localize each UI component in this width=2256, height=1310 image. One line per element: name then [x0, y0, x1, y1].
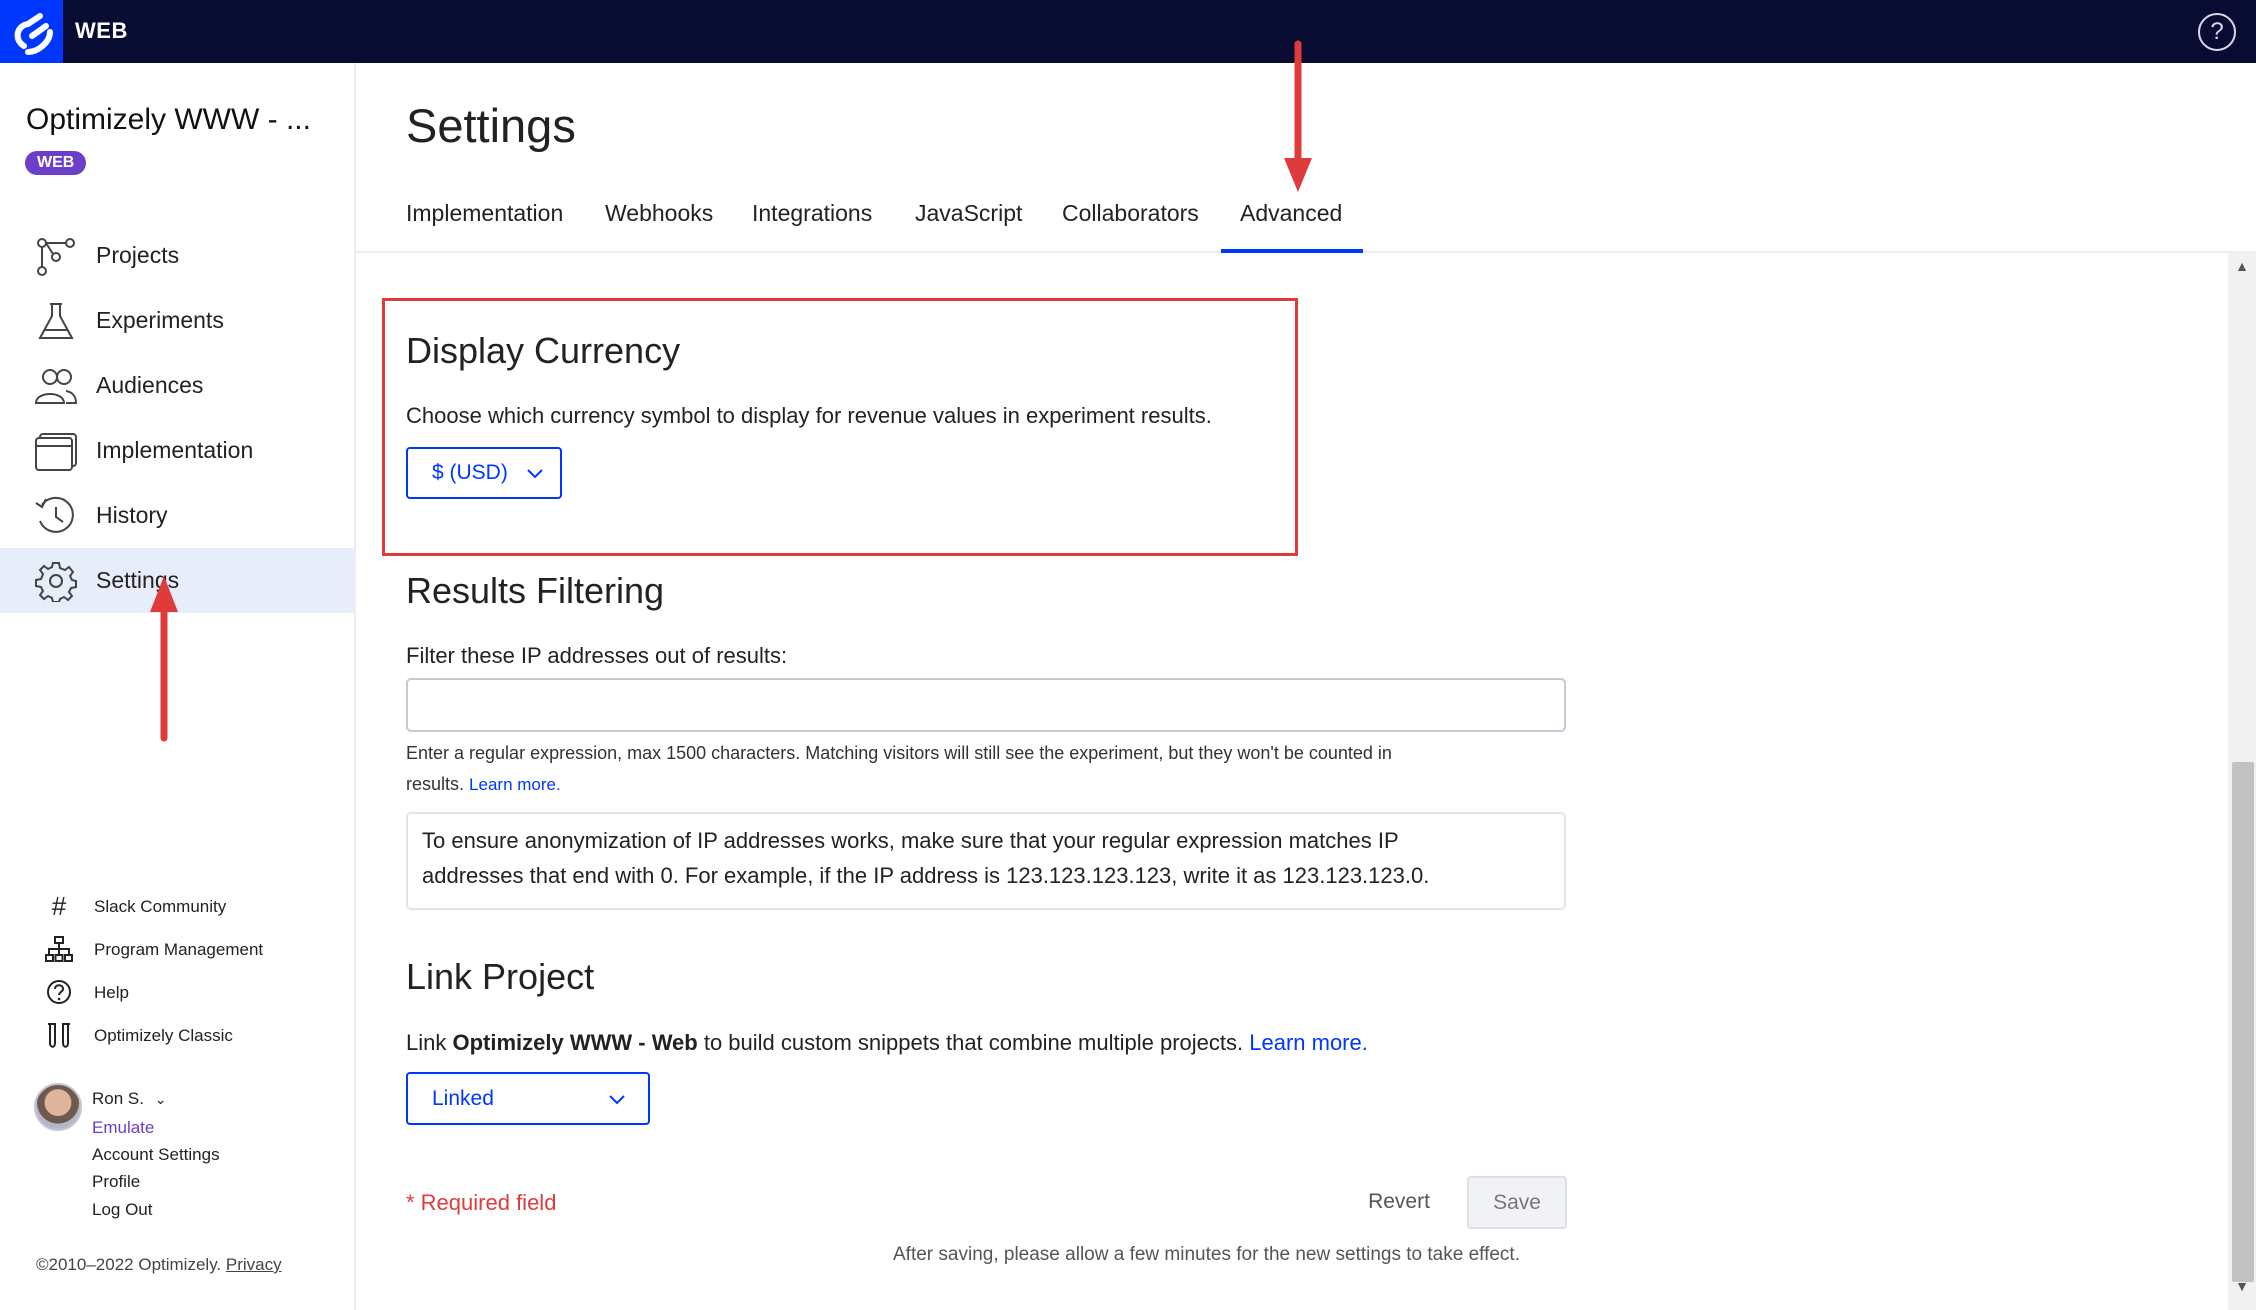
link-project-select[interactable]: Linked: [406, 1072, 650, 1125]
sidebar-link-label: Program Management: [94, 940, 264, 959]
privacy-link[interactable]: Privacy: [226, 1255, 282, 1274]
sidebar-link-program-management[interactable]: Program Management: [0, 930, 354, 968]
sidebar-item-label: History: [96, 502, 168, 528]
sidebar-link-label: Optimizely Classic: [94, 1026, 233, 1045]
top-bar: WEB ?: [0, 0, 2256, 63]
link-project-select-value: Linked: [432, 1087, 494, 1110]
sidebar-item-experiments[interactable]: Experiments: [0, 288, 354, 353]
note-line-2: addresses that end with 0. For example, …: [422, 863, 1430, 888]
active-tab-indicator: [1221, 249, 1363, 253]
sidebar-item-label: Projects: [96, 242, 180, 268]
account-settings-link[interactable]: Account Settings: [92, 1145, 220, 1165]
sidebar-item-label: Experiments: [96, 307, 224, 333]
ip-filter-help-line2: results. Learn more.: [406, 774, 561, 795]
implementation-icon: [35, 433, 77, 471]
platform-badge: WEB: [25, 151, 87, 175]
projects-icon: [37, 238, 75, 276]
results-filtering-heading: Results Filtering: [406, 570, 665, 611]
help-icon: [47, 980, 71, 1004]
note-line-1: To ensure anonymization of IP addresses …: [422, 828, 1399, 853]
sidebar-item-projects[interactable]: Projects: [0, 223, 354, 288]
chevron-down-icon: [527, 469, 543, 479]
sidebar-item-history[interactable]: History: [0, 483, 354, 548]
revert-button[interactable]: Revert: [1349, 1177, 1449, 1227]
sidebar-link-label: Slack Community: [94, 897, 227, 916]
sidebar-link-label: Help: [94, 983, 129, 1002]
annotation-arrow-up-icon: [150, 576, 178, 742]
flask-icon: [38, 303, 74, 339]
app-name: WEB: [75, 18, 128, 43]
tab-webhooks[interactable]: Webhooks: [605, 200, 713, 227]
tab-javascript[interactable]: JavaScript: [915, 200, 1022, 227]
link-project-text-prefix: Link: [406, 1030, 453, 1055]
sidebar-link-slack[interactable]: # Slack Community: [0, 887, 354, 925]
user-name: Ron S.: [92, 1089, 144, 1108]
org-chart-icon: [45, 936, 73, 962]
classic-icon: [48, 1023, 70, 1048]
copyright-text: ©2010–2022 Optimizely.: [36, 1255, 222, 1274]
history-icon: [35, 496, 74, 533]
save-note: After saving, please allow a few minutes…: [893, 1244, 1520, 1265]
avatar[interactable]: [34, 1083, 82, 1131]
sidebar-item-implementation[interactable]: Implementation: [0, 418, 354, 483]
ip-filter-input[interactable]: [406, 678, 1566, 732]
link-project-description: Link Optimizely WWW - Web to build custo…: [406, 1030, 1368, 1056]
sidebar-item-label: Audiences: [96, 372, 204, 398]
tab-advanced[interactable]: Advanced: [1240, 200, 1342, 227]
sidebar-item-audiences[interactable]: Audiences: [0, 353, 354, 418]
optimizely-logo-icon[interactable]: [0, 0, 63, 63]
chevron-down-icon: [609, 1095, 625, 1105]
learn-more-link[interactable]: Learn more.: [469, 775, 561, 794]
chevron-down-icon: ⌄: [154, 1091, 167, 1107]
required-field-note: * Required field: [406, 1190, 557, 1215]
linked-project-name: Optimizely WWW - Web: [452, 1030, 698, 1055]
ip-filter-help-text: results.: [406, 774, 465, 794]
user-menu[interactable]: Ron S. ⌄: [92, 1089, 166, 1109]
hash-icon: #: [51, 891, 67, 921]
link-project-text-suffix: to build custom snippets that combine mu…: [697, 1030, 1250, 1055]
save-button[interactable]: Save: [1467, 1176, 1567, 1229]
annotation-arrow-down-icon: [1284, 40, 1312, 192]
project-title[interactable]: Optimizely WWW - ...: [26, 103, 311, 137]
ip-filter-label: Filter these IP addresses out of results…: [406, 643, 788, 668]
sidebar-item-label: Implementation: [96, 437, 254, 463]
anonymization-note: To ensure anonymization of IP addresses …: [406, 812, 1566, 910]
help-circle-icon[interactable]: ?: [2198, 13, 2236, 51]
learn-more-link[interactable]: Learn more.: [1249, 1030, 1368, 1055]
currency-select[interactable]: $ (USD): [406, 447, 562, 499]
currency-select-value: $ (USD): [432, 461, 508, 484]
tab-collaborators[interactable]: Collaborators: [1062, 200, 1199, 227]
display-currency-description: Choose which currency symbol to display …: [406, 403, 1212, 428]
copyright: ©2010–2022 Optimizely. Privacy: [36, 1255, 282, 1275]
ip-filter-help-line1: Enter a regular expression, max 1500 cha…: [406, 743, 1392, 763]
gear-icon: [35, 562, 77, 602]
page-title: Settings: [406, 99, 576, 152]
scroll-down-arrow-icon[interactable]: ▼: [2232, 1278, 2252, 1296]
scrollbar-thumb[interactable]: [2232, 762, 2254, 1282]
sidebar-link-help[interactable]: Help: [0, 973, 354, 1011]
sidebar-link-optimizely-classic[interactable]: Optimizely Classic: [0, 1016, 354, 1054]
log-out-link[interactable]: Log Out: [92, 1200, 153, 1220]
display-currency-heading: Display Currency: [406, 330, 681, 371]
tab-implementation[interactable]: Implementation: [406, 200, 563, 227]
emulate-link[interactable]: Emulate: [92, 1118, 154, 1138]
scroll-up-arrow-icon[interactable]: ▲: [2232, 258, 2252, 276]
profile-link[interactable]: Profile: [92, 1172, 140, 1192]
tab-integrations[interactable]: Integrations: [752, 200, 872, 227]
link-project-heading: Link Project: [406, 956, 595, 997]
audiences-icon: [34, 369, 78, 404]
